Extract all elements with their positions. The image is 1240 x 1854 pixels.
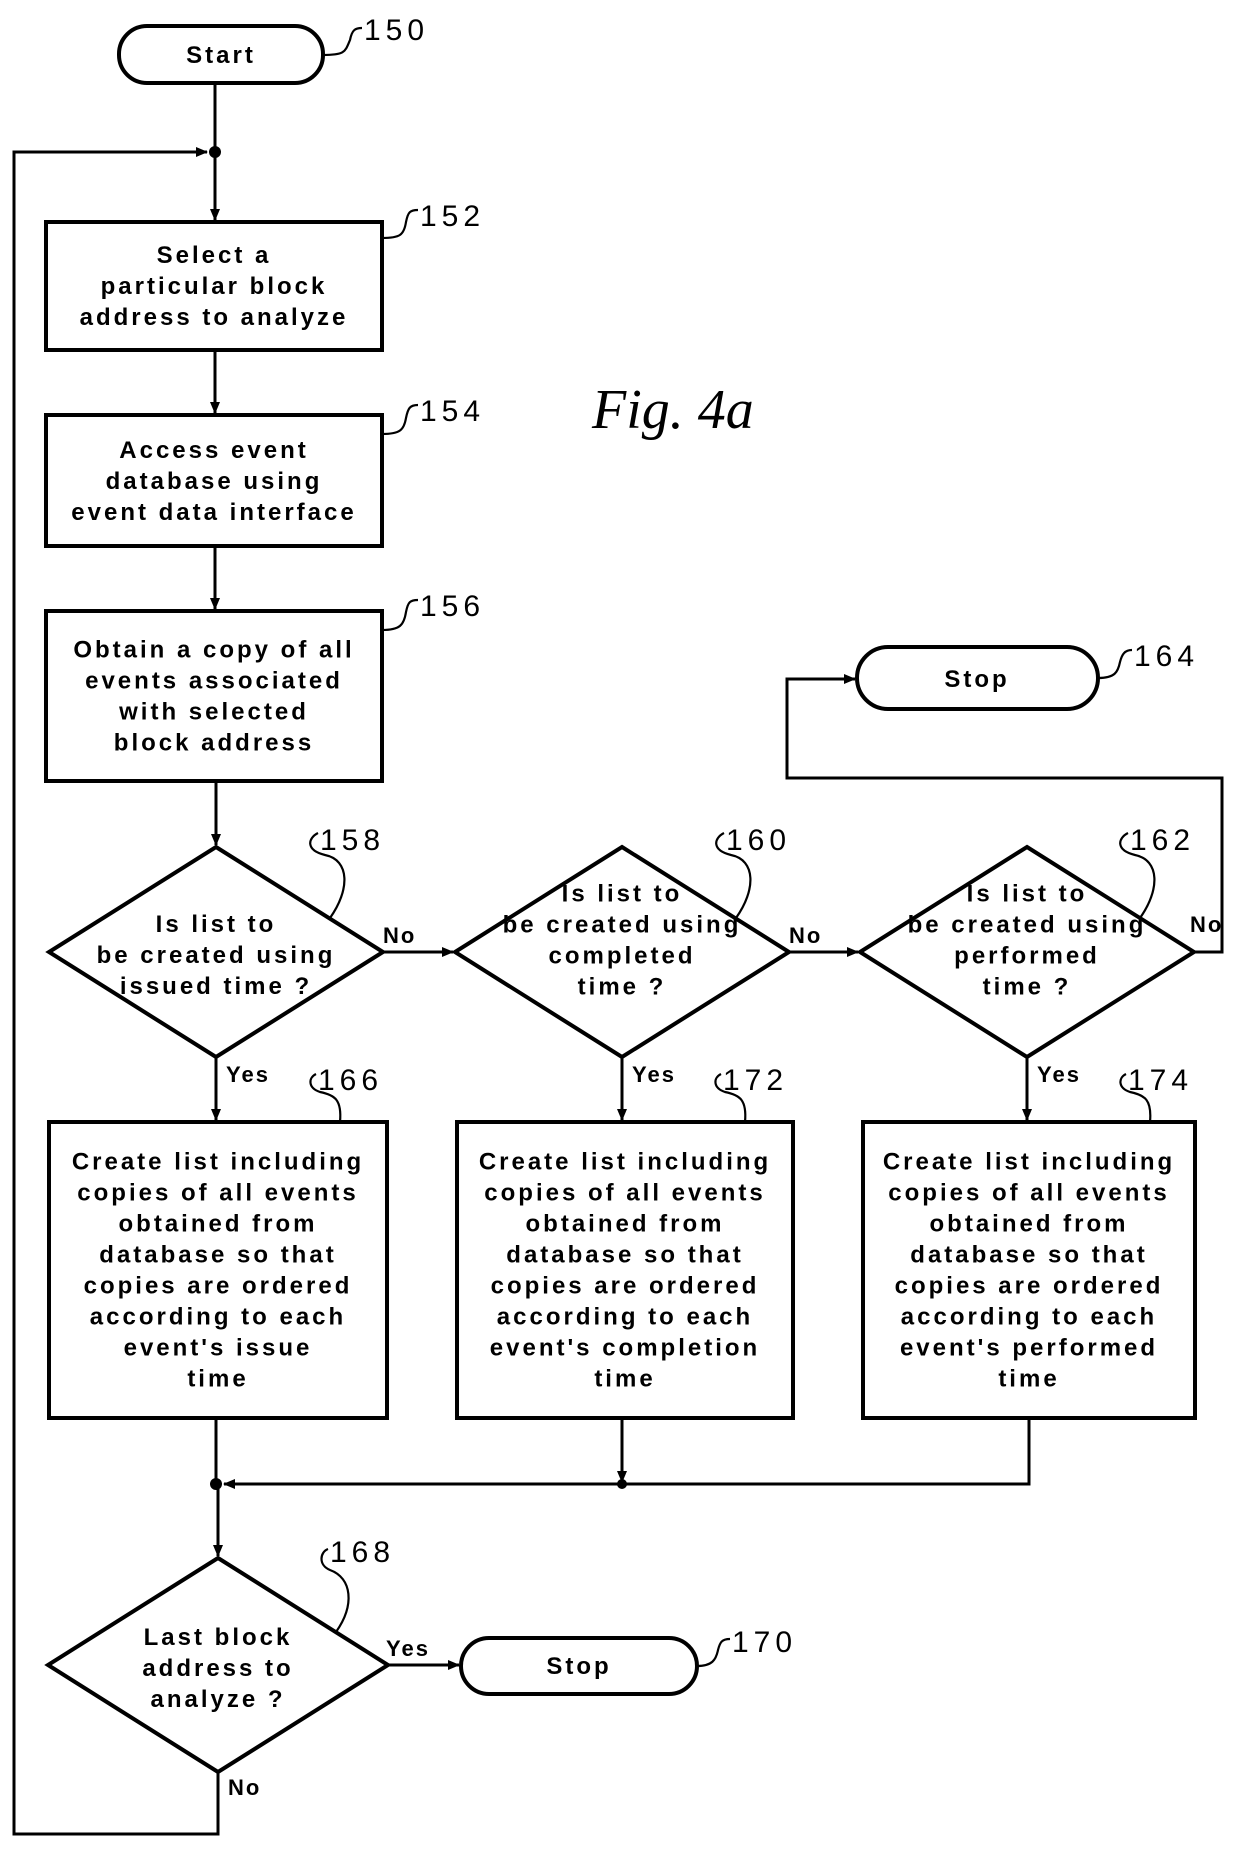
junction-dot-top [209, 146, 221, 158]
label-162-no: No [1190, 912, 1223, 937]
node-text-164: Stop [944, 666, 1009, 693]
node-text-line: be created using [908, 912, 1147, 939]
node-text-line: Is list to [967, 881, 1088, 908]
ref-162: 162 [1130, 824, 1195, 857]
ref-166: 166 [318, 1064, 383, 1097]
node-text-line: time [594, 1366, 655, 1393]
node-text-line: event's completion [490, 1335, 760, 1362]
label-168-no: No [228, 1775, 261, 1800]
label-168-yes: Yes [386, 1636, 430, 1661]
node-text-line: Is list to [156, 911, 277, 938]
node-text-line: Stop [944, 666, 1009, 693]
ref-172: 172 [723, 1064, 788, 1097]
node-text-line: copies are ordered [895, 1273, 1164, 1300]
node-text-line: database so that [99, 1242, 336, 1269]
node-text-line: according to each [497, 1304, 753, 1331]
node-text-line: be created using [503, 912, 742, 939]
node-text-line: address to [142, 1655, 293, 1682]
ref-160: 160 [726, 824, 791, 857]
leader-150 [322, 26, 363, 57]
node-text-line: copies are ordered [84, 1273, 353, 1300]
ref-158: 158 [320, 824, 385, 857]
node-text-line: performed [954, 943, 1100, 970]
node-text-line: analyze ? [150, 1686, 285, 1713]
ref-174: 174 [1128, 1064, 1193, 1097]
node-text-line: particular block [101, 273, 328, 300]
node-text-line: Start [186, 42, 256, 69]
label-162-yes: Yes [1037, 1062, 1081, 1087]
node-text-line: completed [548, 943, 695, 970]
node-text-line: copies of all events [484, 1180, 765, 1207]
node-text-line: issued time ? [120, 973, 312, 1000]
junction-dot-merge-mid [617, 1479, 627, 1489]
node-text-line: Last block [144, 1624, 293, 1651]
node-text-line: Is list to [562, 881, 683, 908]
flowchart: 150 152 154 156 164 158 160 162 166 172 … [12, 14, 1224, 1836]
node-text-168: Last block address to analyze ? [142, 1624, 293, 1713]
ref-164: 164 [1134, 640, 1199, 673]
ref-150: 150 [364, 14, 429, 47]
node-text-line: copies of all events [77, 1180, 358, 1207]
node-text-line: Select a [157, 242, 272, 269]
node-text-line: Create list including [479, 1149, 771, 1176]
node-text-line: copies are ordered [491, 1273, 760, 1300]
ref-152: 152 [420, 200, 485, 233]
node-text-line: Create list including [72, 1149, 364, 1176]
node-text-line: time [998, 1366, 1059, 1393]
edge-174-merge [223, 1418, 1031, 1489]
node-text-line: database using [106, 468, 323, 495]
junction-dot-merge-left [210, 1478, 222, 1490]
node-text-line: database so that [506, 1242, 743, 1269]
node-text-line: time [187, 1366, 248, 1393]
leader-154 [381, 403, 419, 436]
node-text-line: according to each [90, 1304, 346, 1331]
node-text-line: according to each [901, 1304, 1157, 1331]
node-text-start: Start [186, 42, 256, 69]
node-text-line: database so that [910, 1242, 1147, 1269]
label-158-no: No [383, 923, 416, 948]
leader-152 [381, 208, 419, 240]
node-text-line: obtained from [930, 1211, 1129, 1238]
leader-170 [696, 1637, 731, 1668]
ref-168: 168 [330, 1536, 395, 1569]
node-text-line: time ? [983, 974, 1072, 1001]
node-text-line: with selected [118, 699, 309, 726]
leader-156 [381, 598, 419, 632]
figure-title: Fig. 4a [591, 379, 754, 441]
node-text-line: block address [114, 730, 314, 757]
ref-156: 156 [420, 590, 485, 623]
label-160-yes: Yes [632, 1062, 676, 1087]
node-text-line: event's issue [124, 1335, 313, 1362]
node-text-line: event data interface [71, 499, 356, 526]
label-160-no: No [789, 923, 822, 948]
node-text-170: Stop [546, 1653, 611, 1680]
leader-164 [1097, 648, 1133, 680]
ref-170: 170 [732, 1626, 797, 1659]
node-text-line: copies of all events [888, 1180, 1169, 1207]
label-158-yes: Yes [226, 1062, 270, 1087]
node-text-line: obtained from [526, 1211, 725, 1238]
node-text-line: events associated [85, 668, 343, 695]
node-text-line: Access event [119, 437, 308, 464]
node-text-line: be created using [97, 942, 336, 969]
node-text-line: Obtain a copy of all [73, 637, 354, 664]
node-text-line: address to analyze [80, 304, 349, 331]
node-text-line: event's performed [900, 1335, 1158, 1362]
node-text-line: obtained from [119, 1211, 318, 1238]
node-text-line: time ? [578, 974, 667, 1001]
node-text-line: Create list including [883, 1149, 1175, 1176]
node-text-line: Stop [546, 1653, 611, 1680]
ref-154: 154 [420, 395, 485, 428]
